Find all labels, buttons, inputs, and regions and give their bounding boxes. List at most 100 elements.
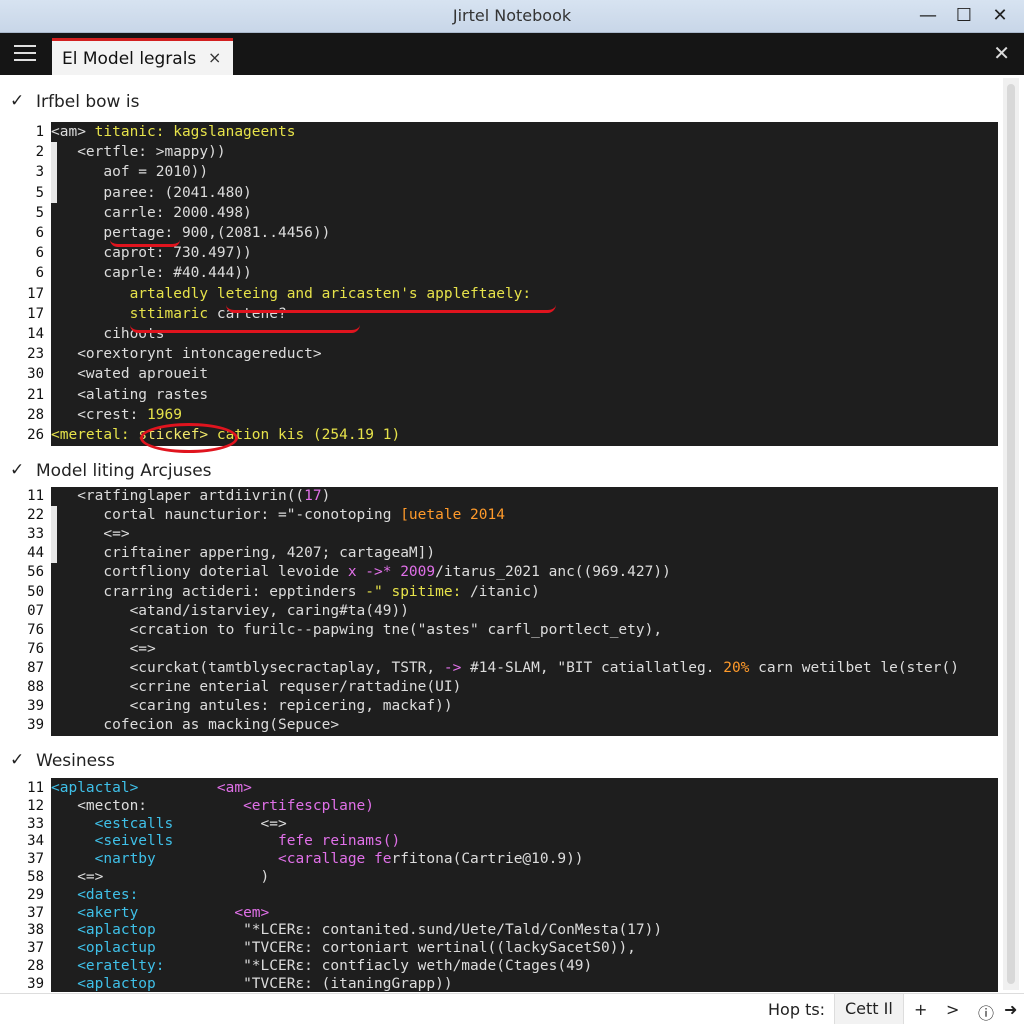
window-titlebar: Jirtel Notebook — ☐ ✕ [0,0,1024,33]
code-line[interactable]: <ratfinglaper artdiivrin((17) [51,488,330,504]
code-line[interactable]: cortfliony doterial levoide x ->* 2009/i… [51,564,670,581]
maximize-button[interactable]: ☐ [946,2,982,30]
code-line[interactable]: <crrine enterial requser/rattadine(UI) [51,679,462,695]
tab-label: El Model legrals [62,49,197,69]
code-line[interactable]: paree: (2041.480) [51,184,252,201]
code-line[interactable]: <dates: [51,887,138,903]
code-token: [uetale 2014 [400,507,505,524]
tab-model-legrals[interactable]: El Model legrals × [52,38,233,75]
line-number-gutter: 11 12 33 34 37 58 29 37 38 37 28 39 [0,778,50,992]
code-line[interactable]: crarring actideri: epptinders -" spitime… [51,584,540,600]
hamburger-menu-icon[interactable] [14,45,36,63]
annotation-underline [110,232,180,247]
code-token: caprot: 730.497)) [51,245,252,262]
code-line[interactable]: aof = 2010)) [51,164,208,180]
code-line[interactable]: <akerty <em> [51,905,269,921]
code-line[interactable]: caprle: #40.444)) [51,265,251,281]
close-window-button[interactable]: ✕ [982,2,1018,30]
window-title: Jirtel Notebook [452,6,572,25]
code-line[interactable]: <crest: 1969 [51,407,182,423]
code-line[interactable]: <=> ) [51,869,269,885]
info-icon[interactable]: ⓘ [978,1000,994,1024]
arrow-icon[interactable]: ➜ [1004,1000,1017,1019]
code-cell[interactable]: <ratfinglaper artdiivrin((17) cortal nau… [51,487,998,736]
code-token: <aplactop [51,922,156,939]
vertical-scrollbar[interactable] [1003,78,1019,990]
line-number: 11 [27,780,44,796]
code-line[interactable]: <aplactop "*LCERε: contanited.sund/Uete/… [51,922,662,938]
code-token: "*LCERε: contfiacly weth/made(Ctages(49) [164,958,593,974]
code-token: "TVCERε: cortoniart wertinal((lackySacet… [155,940,636,957]
code-line[interactable]: <mecton: <ertifescplane) [51,798,374,814]
line-number: 21 [27,386,44,403]
section-title: Model liting Arcjuses [36,461,212,481]
code-line[interactable]: <aplactal> <am> [51,780,252,796]
section-header[interactable]: ✓ Wesiness [0,745,1002,777]
code-token: #14-SLAM, "BIT catiallatleg. [461,659,724,676]
code-token: <=> [51,640,156,657]
active-line-marker [51,142,57,203]
plus-icon[interactable]: + [914,1000,927,1019]
code-line[interactable]: <oplactup "TVCERε: cortoniart wertinal((… [51,940,636,956]
code-line[interactable]: cortal nauncturior: ="-conotoping [uetal… [51,507,505,523]
line-number: 5 [35,184,44,201]
code-line[interactable]: <curckat(tamtblysecractaplay, TSTR, -> #… [51,660,959,676]
status-hint: Hop ts: [768,1000,826,1019]
code-token: <ertfle: >mappy)) [51,144,226,161]
code-cell[interactable]: <aplactal> <am> <mecton: <ertifescplane)… [51,778,998,992]
code-cell[interactable]: <am> titanic: kagslanageents <ertfle: >m… [51,122,998,446]
status-mode[interactable]: Cett Il [834,994,904,1024]
section-header[interactable]: ✓ Irfbel bow is [0,86,1002,118]
section-title: Irfbel bow is [36,92,140,112]
tab-close-icon[interactable]: × [208,48,221,67]
code-line[interactable]: pertage: 900,(2081..4456)) [51,225,330,241]
line-number: 37 [27,851,44,868]
line-number: 30 [27,366,44,383]
code-line[interactable]: <atand/istarviey, caring#ta(49)) [51,603,409,619]
line-number: 44 [27,545,44,562]
code-line[interactable]: <am> titanic: kagslanageents [51,124,295,140]
code-token: pertage: 900,(2081..4456)) [51,225,331,241]
code-line[interactable]: criftainer appering, 4207; cartageaM]) [51,545,435,561]
code-line[interactable]: <seivells fefe reinams() [51,833,401,850]
code-line[interactable]: <nartby <carallage ferfitona(Cartrie@10.… [51,851,584,867]
chevron-right-icon[interactable]: > [946,1000,959,1019]
code-line[interactable]: cofecion as macking(Sepuce> [51,717,339,733]
code-line[interactable]: <caring antules: repicering, mackaf)) [51,698,453,714]
minimize-button[interactable]: — [910,2,946,30]
code-token: titanic: kagslanageents [94,124,296,140]
checkmark-icon[interactable]: ✓ [10,750,24,770]
line-number: 34 [27,833,44,850]
code-token: paree: (2041.480) [51,184,252,201]
code-line[interactable]: <crcation to furilc--papwing tne("astes"… [51,622,663,638]
code-line[interactable]: <ertfle: >mappy)) [51,144,226,161]
section-header[interactable]: ✓ Model liting Arcjuses [0,455,1002,487]
scrollbar-thumb[interactable] [1007,84,1015,984]
tab-bar: El Model legrals × ✕ [0,33,1024,75]
pane-close-icon[interactable]: ✕ [993,41,1010,65]
code-line[interactable]: carrle: 2000.498) [51,205,251,221]
code-token: <ertifescplane) [243,797,375,814]
checkmark-icon[interactable]: ✓ [10,91,24,111]
code-line[interactable]: <=> [51,641,156,657]
code-line[interactable]: <estcalls <=> [51,816,287,832]
code-token: cortfliony doterial levoide [51,564,348,581]
code-line[interactable]: <eratelty: "*LCERε: contfiacly weth/made… [51,958,592,974]
code-token: "TVCERε: (itaningGrapp)) [155,975,453,992]
line-number: 2 [35,144,44,161]
checkmark-icon[interactable]: ✓ [10,460,24,480]
code-line[interactable]: <aplactop "TVCERε: (itaningGrapp)) [51,975,453,992]
line-number: 23 [27,346,44,363]
code-token: <seivells [51,833,174,850]
line-number: 3 [35,164,44,181]
code-line[interactable]: caprot: 730.497)) [51,245,252,262]
code-line[interactable]: <alating rastes [51,387,208,403]
line-number: 12 [27,797,44,814]
code-token: <carallage fe [277,851,392,868]
code-line[interactable]: <=> [51,526,129,542]
line-number: 50 [27,583,44,600]
code-line[interactable]: <wated aproueit [51,366,208,382]
line-number: 07 [27,602,44,619]
code-line[interactable]: <orextorynt intoncagereduct> [51,346,321,362]
code-token: <aplactal> [51,780,139,796]
